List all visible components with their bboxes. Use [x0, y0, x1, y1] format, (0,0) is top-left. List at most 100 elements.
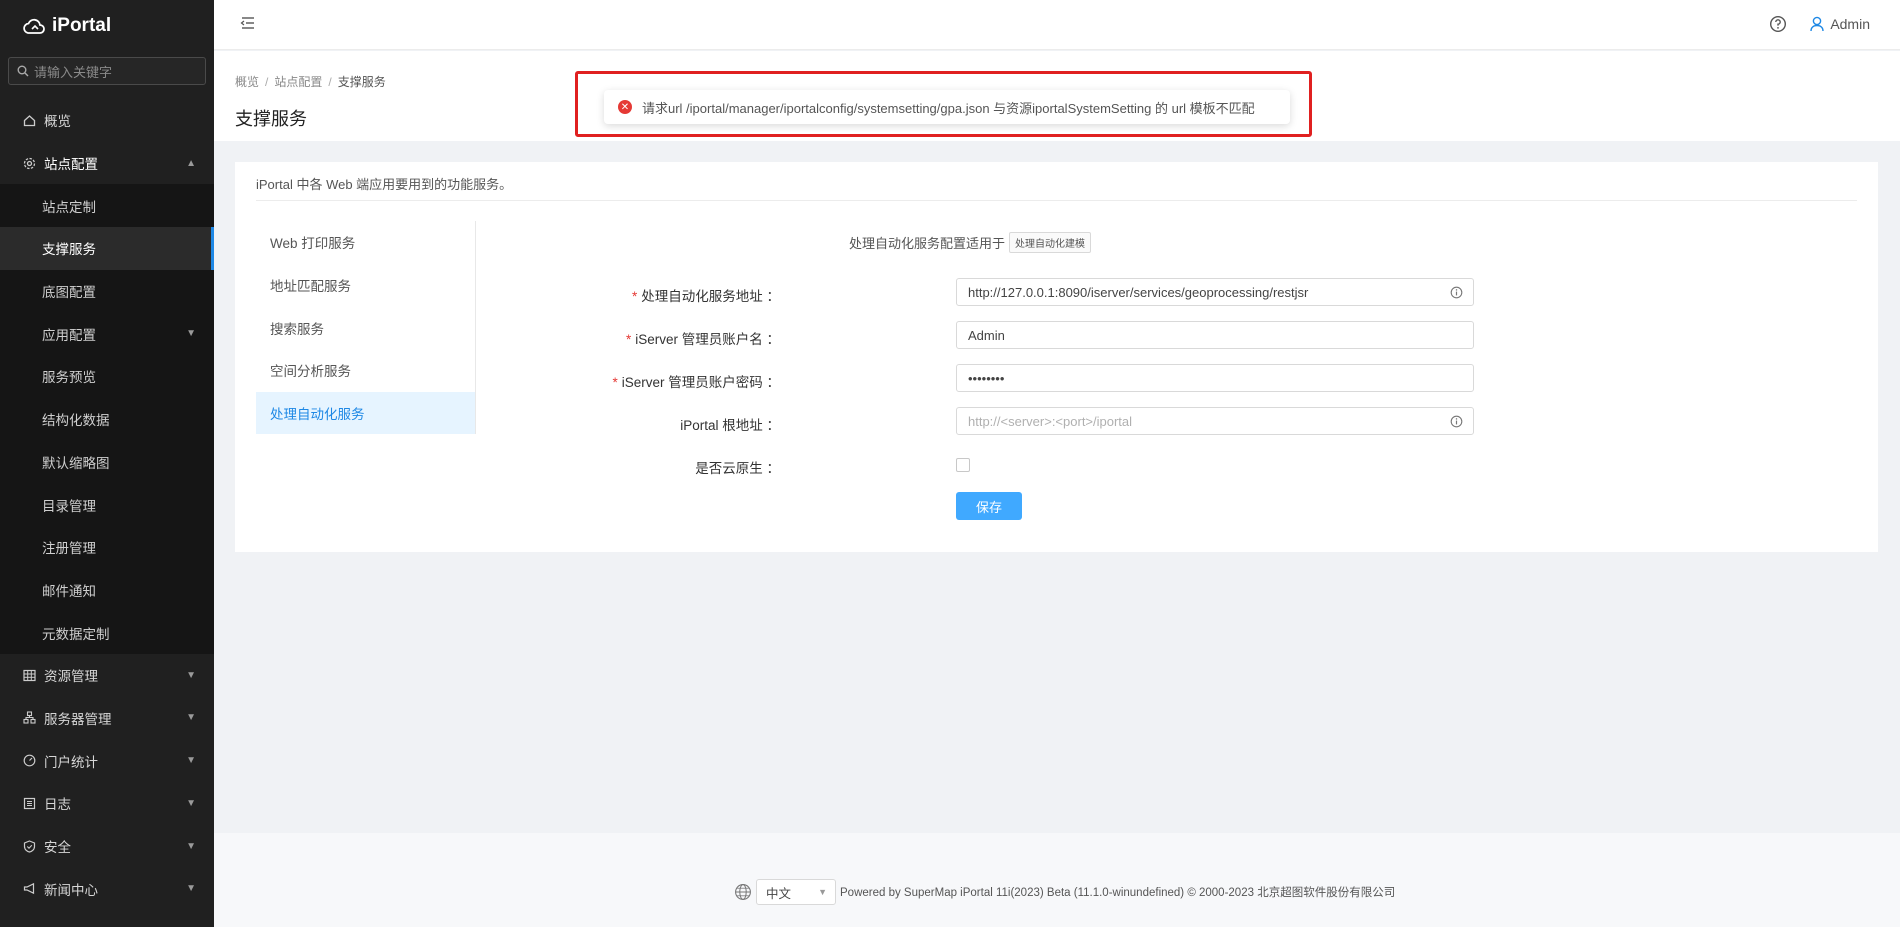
breadcrumb-item[interactable]: 站点配置 — [274, 75, 322, 89]
chevron-down-icon: ▼ — [186, 669, 196, 681]
sidebar-item-portal-statistics[interactable]: 门户统计 ▼ — [0, 739, 214, 782]
app-name: iPortal — [52, 15, 112, 36]
form-row: * 处理自动化服务地址 ： http://127.0.0.1:8090/iserv… — [235, 278, 1878, 308]
sidebar-item-label: 应用配置 — [42, 327, 96, 343]
field-label: iPortal 根地址 ： — [680, 418, 780, 433]
sidebar-item-app-config[interactable]: 应用配置 ▼ — [0, 312, 214, 355]
input-value: •••••••• — [968, 370, 1005, 386]
iserver-admin-password-input[interactable]: •••••••• — [956, 364, 1474, 392]
field-label: * iServer 管理员账户密码 ： — [612, 375, 780, 390]
sidebar-item-label: 站点定制 — [42, 199, 96, 215]
sidebar-item-label: 门户统计 — [44, 754, 98, 770]
page-title: 支撑服务 — [235, 109, 307, 129]
dashboard-icon — [22, 754, 36, 768]
breadcrumb: 概览 / 站点配置 / 支撑服务 — [235, 75, 386, 89]
sidebar-item-label: 底图配置 — [42, 285, 96, 301]
input-value: Admin — [968, 327, 1005, 343]
sidebar-item-label: 注册管理 — [42, 541, 96, 557]
form-row: * iServer 管理员账户密码 ： •••••••• — [235, 364, 1878, 394]
sidebar-item-label: 站点配置 — [44, 157, 98, 173]
content-card: iPortal 中各 Web 端应用要用到的功能服务。 Web 打印服务 地址匹… — [235, 162, 1878, 552]
info-icon[interactable] — [1450, 286, 1463, 302]
sidebar-item-label: 默认缩略图 — [42, 455, 110, 471]
sidebar: iPortal 请输入关键字 概览 站点配置 ▲ 站点定制 支撑服务 底图配置 … — [0, 0, 214, 927]
save-button[interactable]: 保存 — [956, 492, 1022, 520]
language-value: 中文 — [766, 886, 792, 901]
form-note-tag: 处理自动化建模 — [1009, 232, 1092, 253]
sidebar-item-label: 服务预览 — [42, 370, 96, 386]
sidebar-item-registration-management[interactable]: 注册管理 — [0, 526, 214, 569]
sidebar-item-label: 结构化数据 — [42, 413, 110, 429]
help-icon[interactable] — [1769, 15, 1787, 36]
info-icon[interactable] — [1450, 415, 1463, 431]
field-label: * iServer 管理员账户名 ： — [625, 332, 780, 347]
sidebar-item-label: 安全 — [44, 840, 71, 856]
tab-web-print[interactable]: Web 打印服务 — [256, 221, 475, 264]
sidebar-item-site-config[interactable]: 站点配置 ▲ — [0, 142, 214, 185]
sidebar-item-service-preview[interactable]: 服务预览 — [0, 355, 214, 398]
sidebar-item-resource-management[interactable]: 资源管理 ▼ — [0, 654, 214, 697]
language-select[interactable]: 中文 ▼ — [756, 879, 836, 905]
sidebar-item-site-custom[interactable]: 站点定制 — [0, 184, 214, 227]
search-input[interactable]: 请输入关键字 — [8, 57, 206, 85]
sidebar-item-label: 概览 — [44, 114, 71, 130]
gear-icon — [22, 156, 36, 170]
chevron-down-icon: ▼ — [186, 328, 196, 340]
cloud-native-checkbox[interactable] — [956, 458, 970, 472]
chevron-down-icon: ▼ — [186, 883, 196, 895]
log-icon — [22, 796, 36, 810]
user-icon — [1810, 16, 1825, 32]
chevron-down-icon: ▼ — [186, 840, 196, 852]
error-icon: ✕ — [618, 100, 632, 114]
sidebar-item-default-thumbnail[interactable]: 默认缩略图 — [0, 441, 214, 484]
site-config-submenu: 站点定制 支撑服务 底图配置 应用配置 ▼ 服务预览 结构化数据 默认缩略图 目录… — [0, 184, 214, 654]
iportal-root-url-input[interactable]: http://<server>:<port>/iportal — [956, 407, 1474, 435]
input-placeholder: http://<server>:<port>/iportal — [968, 413, 1133, 429]
chevron-down-icon: ▼ — [186, 712, 196, 724]
breadcrumb-item[interactable]: 概览 — [235, 75, 259, 89]
form-row: * iServer 管理员账户名 ： Admin — [235, 321, 1878, 351]
sidebar-item-email-notification[interactable]: 邮件通知 — [0, 569, 214, 612]
sidebar-item-label: 元数据定制 — [42, 626, 110, 642]
footer-content: 中文 ▼ Powered by SuperMap iPortal 11i(202… — [734, 879, 1395, 905]
server-cluster-icon — [22, 711, 36, 725]
sidebar-item-logs[interactable]: 日志 ▼ — [0, 782, 214, 825]
shield-icon — [22, 839, 36, 853]
globe-icon — [735, 884, 751, 900]
sidebar-item-news-center[interactable]: 新闻中心 ▼ — [0, 867, 214, 910]
chevron-down-icon: ▼ — [186, 755, 196, 767]
sidebar-item-label: 日志 — [44, 797, 71, 813]
sidebar-item-label: 资源管理 — [44, 669, 98, 685]
form-note: 处理自动化服务配置适用于 处理自动化建模 — [849, 232, 1092, 253]
cloud-logo-icon — [23, 18, 45, 34]
sidebar-item-security[interactable]: 安全 ▼ — [0, 825, 214, 868]
sidebar-item-label: 邮件通知 — [42, 583, 96, 599]
sidebar-item-metadata-custom[interactable]: 元数据定制 — [0, 611, 214, 654]
sidebar-item-label: 服务器管理 — [44, 711, 112, 727]
megaphone-icon — [22, 882, 36, 896]
processing-service-url-input[interactable]: http://127.0.0.1:8090/iserver/services/g… — [956, 278, 1474, 306]
sidebar-item-support-services[interactable]: 支撑服务 — [0, 227, 214, 270]
chevron-down-icon: ▼ — [818, 887, 827, 897]
menu-fold-icon[interactable] — [240, 16, 256, 33]
field-label: * 处理自动化服务地址 ： — [631, 289, 780, 304]
user-menu[interactable]: Admin — [1810, 16, 1870, 32]
form-note-text: 处理自动化服务配置适用于 — [849, 236, 1006, 251]
sidebar-item-overview[interactable]: 概览 — [0, 99, 214, 142]
sidebar-item-server-management[interactable]: 服务器管理 ▼ — [0, 697, 214, 740]
field-label: 是否云原生 ： — [695, 461, 780, 476]
logo[interactable]: iPortal — [0, 0, 214, 52]
home-icon — [22, 113, 36, 127]
card-description: iPortal 中各 Web 端应用要用到的功能服务。 — [256, 177, 513, 192]
tab-label: Web 打印服务 — [270, 236, 356, 252]
sidebar-item-catalog-management[interactable]: 目录管理 — [0, 483, 214, 526]
sidebar-item-basemap-config[interactable]: 底图配置 — [0, 270, 214, 313]
search-placeholder: 请输入关键字 — [34, 64, 113, 80]
sidebar-item-structured-data[interactable]: 结构化数据 — [0, 398, 214, 441]
chevron-down-icon: ▼ — [186, 797, 196, 809]
search-icon — [17, 65, 29, 77]
sidebar-item-label: 支撑服务 — [42, 242, 96, 258]
top-header: Admin — [214, 0, 1900, 50]
footer: 中文 ▼ Powered by SuperMap iPortal 11i(202… — [214, 833, 1900, 927]
iserver-admin-username-input[interactable]: Admin — [956, 321, 1474, 349]
